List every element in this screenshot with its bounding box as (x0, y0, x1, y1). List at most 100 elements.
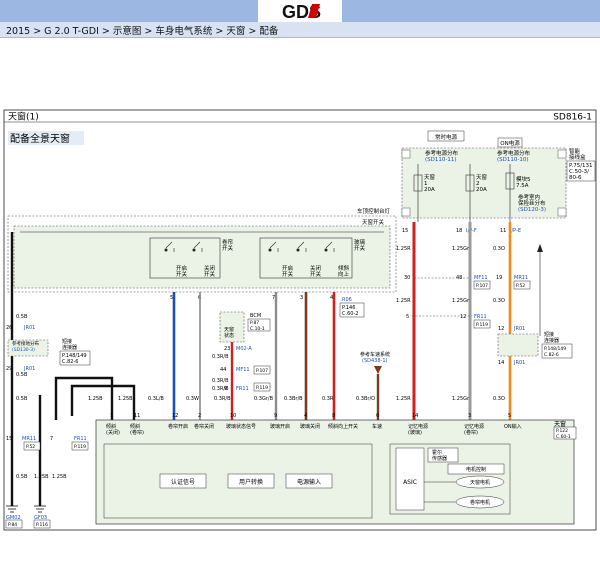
glass-close-b: 开关 (310, 270, 322, 278)
wire-w15: 1.25Gr (452, 246, 470, 252)
wire-w21: 1.25Gr (452, 396, 470, 402)
wire-w10: 0.3Gr/B (254, 396, 274, 402)
ground-gf03-ref: P.116 (36, 522, 48, 528)
svg-text:30: 30 (404, 275, 410, 281)
sheet-title: 天窗(1) (8, 111, 39, 123)
fuse-1-amp: 20A (424, 187, 435, 193)
wire-w8: 0.3W (186, 396, 199, 402)
ref-power-1: 参考电源分布 (425, 149, 459, 157)
bcm-box-line1: 天窗 (224, 326, 234, 333)
wire-w14: 1.25R (396, 246, 411, 252)
module-pin-5: 9 (274, 413, 277, 419)
svg-text:11: 11 (500, 228, 506, 234)
wire-w5: 1.25B (118, 396, 133, 402)
svg-text:3: 3 (300, 295, 303, 301)
sheet-subtitle: 配备全景天窗 (10, 132, 70, 145)
fuse-2-name: 天窗 (476, 173, 488, 181)
sunroof-module: 天窗 P.122 C.60-1 认证信号 用户转换 电源输入 ASIC 霍尔 传… (95, 419, 577, 525)
ref-indoor: 参考室内 (518, 193, 540, 201)
fuse-3-amp: 7.5A (516, 183, 529, 189)
motor-sunroof: 天窗电机 (470, 479, 490, 486)
wire-w16: 0.3O (493, 246, 505, 252)
module-input-sub-0: (关闭) (106, 429, 120, 436)
module-input-3: 卷帘关闭 (194, 423, 214, 430)
conn-fr11-left: FR11 (74, 436, 87, 442)
module-ref1: P.122 (556, 428, 568, 434)
module-pin-8: 6 (376, 413, 379, 419)
conn-mr11: MR11 (22, 436, 36, 442)
conn-fr11-left-ref: P.119 (74, 444, 86, 450)
wire-w12: 0.3R (322, 396, 334, 402)
glass-switch-label2: 开关 (354, 244, 366, 252)
blind-open: 开启 (176, 264, 187, 272)
module-input-0: 倾斜 (106, 423, 116, 430)
module-input-sub-9: (玻璃) (408, 429, 422, 436)
ref-power-2: 参考电源分布 (497, 149, 531, 157)
module-pin-1: 11 (134, 413, 140, 419)
wire-w9: 0.3R/B (214, 396, 231, 402)
module-input-2: 卷帘开启 (168, 423, 188, 430)
svg-text:14: 14 (498, 360, 504, 366)
conn-r06-ref2: C.60-2 (342, 311, 358, 317)
svg-text:12: 12 (460, 314, 466, 320)
conn-mr11-b: MR11 (514, 275, 528, 281)
wire-w2: 0.5B (16, 372, 28, 378)
conn-fr11-b-ref: P.119 (476, 322, 488, 328)
conn-mf11-b: MF11 (474, 275, 488, 281)
svg-text:7: 7 (50, 436, 53, 442)
fuse-2-amp: 20A (476, 187, 487, 193)
blind-close: 关闭 (204, 264, 215, 272)
blind-open-b: 开关 (176, 270, 188, 278)
wire-ground-a: 0.5B (16, 474, 28, 480)
module-input-7: 倾斜向上开关 (328, 423, 358, 430)
ref-indoor-b: 保险丝分布 (518, 199, 546, 207)
wire-w20: 1.25R (396, 396, 411, 402)
smart-junction-label: 智能 (569, 147, 581, 155)
wire-w17: 1.25R (396, 298, 411, 304)
blind-switch-label: 卷帘 (222, 238, 234, 246)
wire-w3: 0.5B (16, 396, 28, 402)
conn-r06: R06 (342, 297, 352, 303)
module-input-8: 车速 (372, 423, 382, 430)
svg-text:23: 23 (224, 346, 230, 352)
module-ref2: C.60-1 (556, 434, 571, 440)
svg-text:7: 7 (272, 295, 275, 301)
block-power: 电源输入 (297, 478, 321, 486)
svg-text:26: 26 (6, 325, 12, 331)
conn-mf11: MF11 (236, 367, 250, 373)
fuse-3-name: 模块5 (516, 175, 531, 183)
wire-w1: 0.5B (16, 314, 28, 320)
ref-power-2-code: (SD110-10) (497, 157, 529, 163)
svg-text:44: 44 (220, 367, 226, 373)
module-input-sub-10: (卷帘) (464, 429, 478, 436)
module-input-10: 记忆电源 (464, 423, 484, 430)
wire-w13: 0.3Br/O (356, 396, 375, 402)
conn-jr01-c: JR01 (513, 326, 525, 332)
asic-chip: ASIC (403, 479, 417, 486)
svg-text:15: 15 (402, 228, 408, 234)
always-power-label: 常时电源 (435, 133, 458, 141)
smart-junction-ref3: 80-6 (569, 175, 582, 181)
ref-ground-code: (SD130-3) (12, 347, 35, 353)
module-pin-4: 10 (230, 413, 236, 419)
module-input-4: 玻璃状态信号 (226, 423, 256, 430)
glass-open-b: 开关 (282, 270, 294, 278)
svg-text:19: 19 (496, 275, 502, 281)
svg-text:18: 18 (456, 228, 462, 234)
glass-tilt-b: 向上 (338, 270, 350, 278)
sheet-code: SD816-1 (553, 113, 592, 123)
svg-text:5: 5 (406, 314, 409, 320)
ref-power-1-code: (SD110-11) (425, 157, 457, 163)
glass-open: 开启 (282, 264, 293, 272)
wire-w24: 0.3R/B (212, 378, 229, 384)
module-input-9: 记忆电源 (408, 423, 428, 430)
wire-w22: 0.3O (493, 396, 505, 402)
conn-mr11-ref: P.52 (26, 444, 35, 450)
conn-jr01-d: JR01 (513, 360, 525, 366)
conn-mf11-ref: P.107 (256, 368, 268, 374)
wire-w7: 0.3L/B (148, 396, 164, 402)
short-right-ref1: P.148/149 (544, 346, 566, 352)
module-pin-11: 5 (508, 413, 511, 419)
svg-text:12: 12 (498, 326, 504, 332)
short-right-label: 短接 (544, 331, 554, 338)
